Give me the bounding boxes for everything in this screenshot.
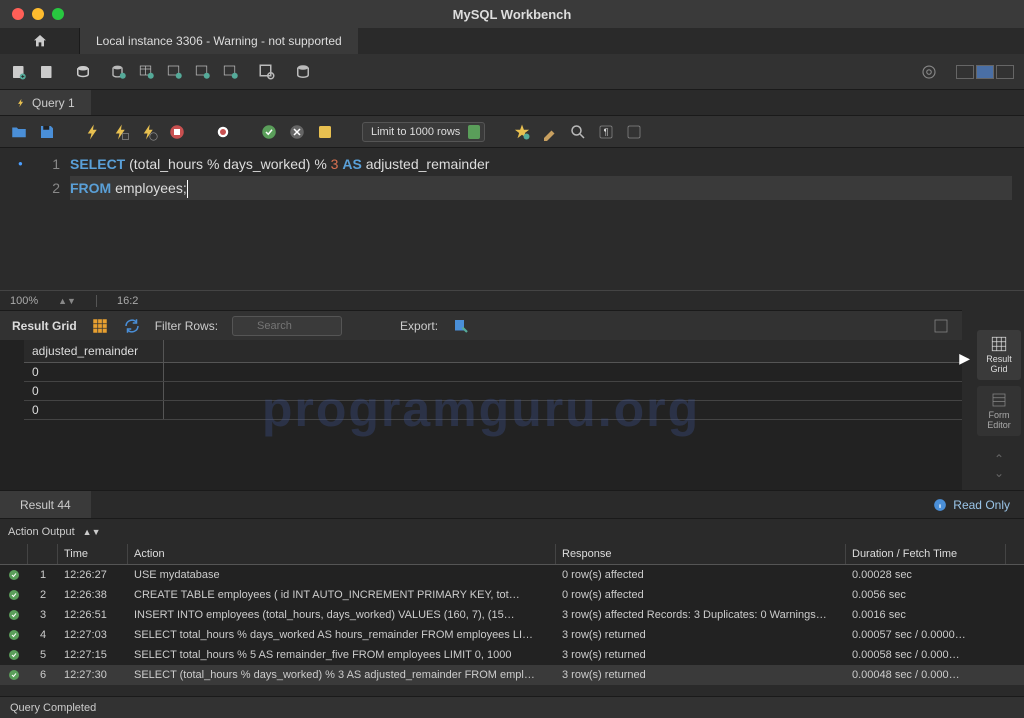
wrap-icon[interactable] <box>625 123 643 141</box>
dock-icon[interactable] <box>932 317 950 335</box>
panel-scroll[interactable]: ⌃⌄ <box>994 452 1004 480</box>
export-label: Export: <box>400 319 438 333</box>
output-row[interactable]: 3 12:26:51 INSERT INTO employees (total_… <box>0 605 1024 625</box>
output-row[interactable]: 4 12:27:03 SELECT total_hours % days_wor… <box>0 625 1024 645</box>
col-time[interactable]: Time <box>58 544 128 564</box>
open-sql-icon[interactable] <box>38 63 56 81</box>
output-row[interactable]: 6 12:27:30 SELECT (total_hours % days_wo… <box>0 665 1024 685</box>
close-window[interactable] <box>12 8 24 20</box>
create-procedure-icon[interactable] <box>194 63 212 81</box>
result-grid-panel-tab[interactable]: Result Grid <box>977 330 1021 380</box>
show-invisible-icon[interactable]: ¶ <box>597 123 615 141</box>
create-view-icon[interactable] <box>166 63 184 81</box>
info-icon <box>933 498 947 512</box>
toggle-1-icon[interactable] <box>214 123 232 141</box>
maximize-window[interactable] <box>52 8 64 20</box>
autocommit-icon[interactable] <box>316 123 334 141</box>
reconnect-icon[interactable] <box>294 63 312 81</box>
form-icon <box>990 391 1008 409</box>
col-action[interactable]: Action <box>128 544 556 564</box>
layout-toggles <box>956 65 1014 79</box>
layout-bottom[interactable] <box>976 65 994 79</box>
sql-editor[interactable]: 12 SELECT (total_hours % days_worked) % … <box>0 148 1024 290</box>
table-row[interactable]: 0 <box>24 382 962 401</box>
filter-rows-label: Filter Rows: <box>155 319 218 333</box>
editor-code[interactable]: SELECT (total_hours % days_worked) % 3 A… <box>70 148 1024 290</box>
cursor-position: 16:2 <box>117 295 138 307</box>
filter-rows-input[interactable] <box>232 316 342 336</box>
favorite-icon[interactable] <box>513 123 531 141</box>
result-grid-label: Result Grid <box>12 319 77 333</box>
status-text: Query Completed <box>10 702 96 714</box>
form-editor-panel-tab[interactable]: Form Editor <box>977 386 1021 436</box>
home-icon <box>32 33 48 49</box>
bolt-icon <box>16 98 26 108</box>
app-title: MySQL Workbench <box>453 7 572 22</box>
titlebar: MySQL Workbench <box>0 0 1024 28</box>
editor-gutter: 12 <box>0 148 70 290</box>
zoom-level[interactable]: 100% <box>10 295 38 307</box>
result-tab[interactable]: Result 44 <box>0 491 91 518</box>
statusbar: Query Completed <box>0 696 1024 718</box>
output-row[interactable]: 2 12:26:38 CREATE TABLE employees ( id I… <box>0 585 1024 605</box>
result-grid-icon[interactable] <box>91 317 109 335</box>
execute-icon[interactable] <box>84 123 102 141</box>
connection-tab[interactable]: Local instance 3306 - Warning - not supp… <box>80 28 358 54</box>
editor-statusbar: 100% ▲▼ 16:2 <box>0 290 1024 310</box>
connection-tabbar: Local instance 3306 - Warning - not supp… <box>0 28 1024 54</box>
col-response[interactable]: Response <box>556 544 846 564</box>
refresh-icon[interactable] <box>123 317 141 335</box>
query-tab-1[interactable]: Query 1 <box>0 90 91 115</box>
query-tab-label: Query 1 <box>32 96 75 110</box>
row-limit-select[interactable]: Limit to 1000 rows <box>362 122 485 142</box>
main-toolbar <box>0 54 1024 90</box>
col-duration[interactable]: Duration / Fetch Time <box>846 544 1006 564</box>
explain-icon[interactable] <box>140 123 158 141</box>
stop-icon[interactable] <box>168 123 186 141</box>
export-icon[interactable] <box>452 317 470 335</box>
layout-left[interactable] <box>956 65 974 79</box>
output-row[interactable]: 5 12:27:15 SELECT total_hours % 5 AS rem… <box>0 645 1024 665</box>
window-controls <box>0 8 64 20</box>
create-function-icon[interactable] <box>222 63 240 81</box>
query-tabbar: Query 1 <box>0 90 1024 116</box>
result-grid: adjusted_remainder 000 programguru.org <box>0 340 962 490</box>
open-file-icon[interactable] <box>10 123 28 141</box>
create-table-icon[interactable] <box>138 63 156 81</box>
query-toolbar: Limit to 1000 rows ¶ <box>0 116 1024 148</box>
result-header: Result Grid Filter Rows: Export: <box>0 310 962 340</box>
minimize-window[interactable] <box>32 8 44 20</box>
output-header: Action Output ▲▼ <box>0 518 1024 544</box>
create-schema-icon[interactable] <box>110 63 128 81</box>
result-tabbar: Result 44 Read Only <box>0 490 1024 518</box>
save-file-icon[interactable] <box>38 123 56 141</box>
column-header[interactable]: adjusted_remainder <box>24 340 164 362</box>
execute-current-icon[interactable] <box>112 123 130 141</box>
output-type-select[interactable]: Action Output ▲▼ <box>8 526 100 538</box>
right-panel-tabs: Result Grid Form Editor ⌃⌄ <box>974 320 1024 480</box>
rollback-icon[interactable] <box>288 123 306 141</box>
search-table-icon[interactable] <box>258 63 276 81</box>
layout-right[interactable] <box>996 65 1014 79</box>
inspector-icon[interactable] <box>74 63 92 81</box>
output-row[interactable]: 1 12:26:27 USE mydatabase 0 row(s) affec… <box>0 565 1024 585</box>
action-output-table: Time Action Response Duration / Fetch Ti… <box>0 544 1024 685</box>
settings-icon[interactable] <box>920 63 938 81</box>
chevron-right-icon: ▶ <box>959 350 970 367</box>
home-tab[interactable] <box>0 28 80 54</box>
new-sql-tab-icon[interactable] <box>10 63 28 81</box>
grid-icon <box>990 335 1008 353</box>
readonly-indicator: Read Only <box>919 491 1024 518</box>
table-row[interactable]: 0 <box>24 363 962 382</box>
find-icon[interactable] <box>569 123 587 141</box>
commit-icon[interactable] <box>260 123 278 141</box>
table-row[interactable]: 0 <box>24 401 962 420</box>
beautify-icon[interactable] <box>541 123 559 141</box>
svg-text:¶: ¶ <box>604 127 609 137</box>
